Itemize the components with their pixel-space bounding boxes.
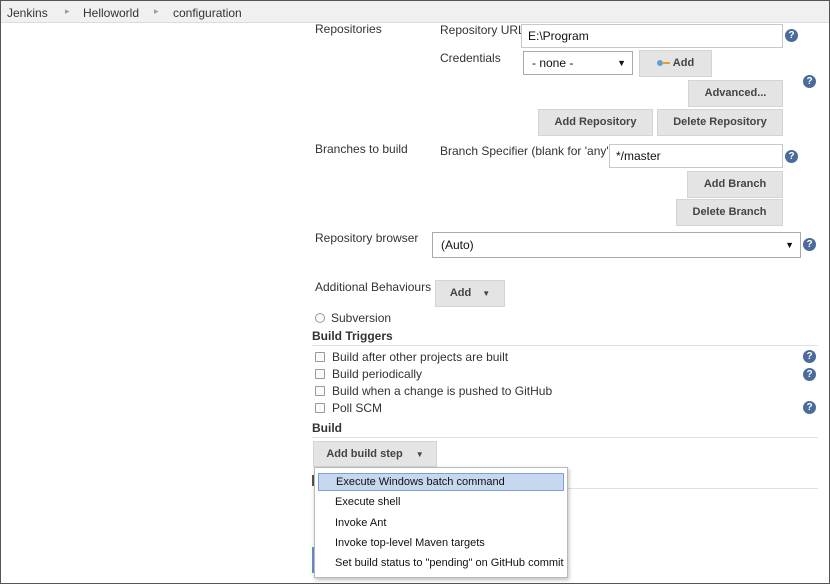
section-divider [312, 437, 818, 438]
menu-item-execute-shell[interactable]: Execute shell [318, 493, 564, 511]
subversion-label: Subversion [331, 311, 392, 325]
add-credentials-label: Add [672, 57, 695, 69]
subversion-radio[interactable] [315, 313, 325, 323]
menu-item-execute-windows-batch[interactable]: Execute Windows batch command [318, 473, 564, 491]
additional-behaviours-add-label: Add [449, 287, 472, 299]
help-icon[interactable]: ? [785, 150, 798, 163]
help-icon[interactable]: ? [803, 238, 816, 251]
add-credentials-button[interactable]: Add [639, 50, 712, 77]
additional-behaviours-label: Additional Behaviours [315, 280, 432, 294]
trigger-label: Build periodically [332, 367, 423, 381]
key-icon [656, 60, 670, 67]
help-icon[interactable]: ? [785, 29, 798, 42]
add-build-step-label: Add build step [326, 448, 403, 460]
breadcrumb-helloworld[interactable]: Helloworld [83, 6, 139, 20]
chevron-down-icon: ▼ [785, 240, 794, 250]
trigger-label: Build when a change is pushed to GitHub [332, 384, 553, 398]
branch-specifier-input[interactable] [609, 144, 783, 168]
trigger-checkbox[interactable] [315, 386, 325, 396]
credentials-select[interactable]: - none - ▼ [523, 51, 633, 75]
menu-item-github-pending-status[interactable]: Set build status to "pending" on GitHub … [318, 554, 564, 572]
delete-repository-button[interactable]: Delete Repository [657, 109, 783, 136]
trigger-label: Build after other projects are built [332, 350, 509, 364]
chevron-down-icon: ▼ [482, 289, 491, 298]
chevron-down-icon: ▼ [415, 450, 424, 459]
repository-url-label: Repository URL [440, 23, 525, 37]
repositories-label: Repositories [315, 22, 382, 36]
breadcrumb-jenkins[interactable]: Jenkins [7, 6, 48, 20]
menu-item-invoke-maven[interactable]: Invoke top-level Maven targets [318, 534, 564, 552]
add-build-step-button[interactable]: Add build step ▼ [313, 441, 437, 467]
breadcrumb-separator-icon: ▸ [65, 6, 70, 16]
trigger-checkbox[interactable] [315, 403, 325, 413]
help-icon[interactable]: ? [803, 350, 816, 363]
branch-specifier-label: Branch Specifier (blank for 'any') [440, 144, 613, 158]
build-step-menu: Execute Windows batch command Execute sh… [314, 467, 568, 578]
build-triggers-title: Build Triggers [312, 329, 393, 343]
add-repository-button[interactable]: Add Repository [538, 109, 653, 136]
repository-url-input[interactable] [521, 24, 783, 48]
advanced-button[interactable]: Advanced... [688, 80, 783, 107]
add-branch-button[interactable]: Add Branch [687, 171, 783, 198]
menu-item-invoke-ant[interactable]: Invoke Ant [318, 514, 564, 532]
help-icon[interactable]: ? [803, 401, 816, 414]
section-divider [568, 488, 818, 489]
breadcrumb-separator-icon: ▸ [154, 6, 159, 16]
trigger-checkbox[interactable] [315, 369, 325, 379]
repository-browser-select[interactable]: (Auto) ▼ [432, 232, 801, 258]
branches-label: Branches to build [315, 142, 408, 156]
breadcrumb-configuration[interactable]: configuration [173, 6, 242, 20]
build-title: Build [312, 421, 342, 435]
trigger-label: Poll SCM [332, 401, 383, 415]
trigger-checkbox[interactable] [315, 352, 325, 362]
delete-branch-button[interactable]: Delete Branch [676, 199, 783, 226]
chevron-down-icon: ▼ [617, 58, 626, 68]
breadcrumb: Jenkins ▸ Helloworld ▸ configuration [1, 1, 829, 23]
section-divider [312, 345, 818, 346]
credentials-label: Credentials [440, 51, 501, 65]
credentials-selected-value: - none - [532, 56, 574, 70]
additional-behaviours-add-button[interactable]: Add ▼ [435, 280, 505, 307]
repository-browser-label: Repository browser [315, 231, 419, 245]
help-icon[interactable]: ? [803, 368, 816, 381]
help-icon[interactable]: ? [803, 75, 816, 88]
repository-browser-selected-value: (Auto) [441, 238, 474, 252]
